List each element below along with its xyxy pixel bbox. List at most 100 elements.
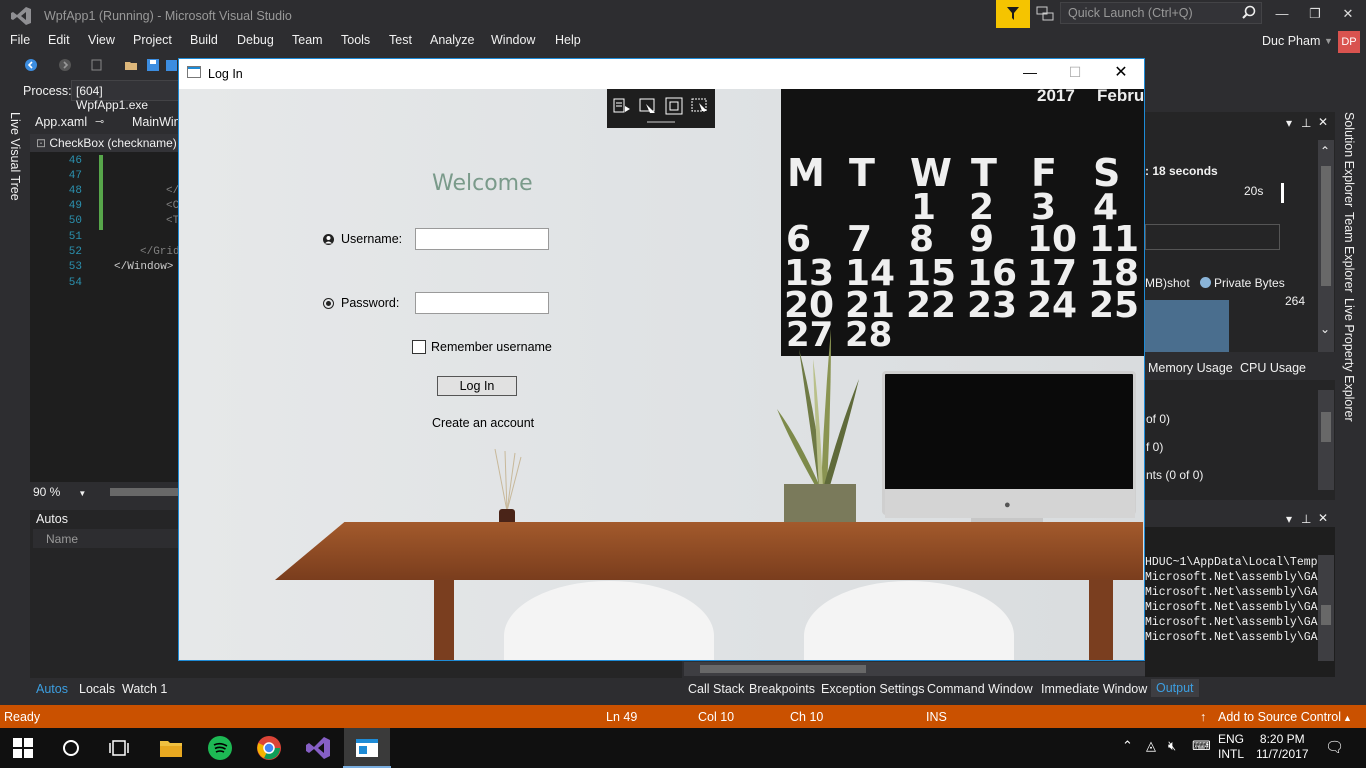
- menu-debug[interactable]: Debug: [237, 33, 274, 47]
- avatar[interactable]: DP: [1338, 31, 1360, 53]
- menu-build[interactable]: Build: [190, 33, 218, 47]
- select-element-icon[interactable]: [639, 97, 657, 115]
- login-close-button[interactable]: ✕: [1111, 62, 1131, 81]
- menu-project[interactable]: Project: [133, 33, 172, 47]
- chrome-icon[interactable]: [256, 735, 282, 761]
- visual-studio-icon[interactable]: [305, 735, 331, 761]
- column-header-name[interactable]: Name: [46, 532, 78, 546]
- dropdown-icon[interactable]: ▾: [1286, 116, 1292, 130]
- menu-analyze[interactable]: Analyze: [430, 33, 474, 47]
- file-explorer-icon[interactable]: [158, 735, 184, 761]
- horizontal-scrollbar[interactable]: [110, 488, 178, 496]
- tab-team-explorer[interactable]: Team Explorer: [1342, 212, 1356, 293]
- login-minimize-button[interactable]: —: [1020, 64, 1040, 82]
- tab-call-stack[interactable]: Call Stack: [688, 682, 744, 696]
- new-project-icon[interactable]: [90, 58, 104, 72]
- element-navigation-combo[interactable]: ⊡ CheckBox (checkname): [36, 136, 177, 150]
- process-select[interactable]: [604] WpfApp1.exe: [71, 80, 181, 112]
- pin-icon[interactable]: ⊥: [1301, 512, 1311, 526]
- dropdown-icon[interactable]: ▾: [1286, 512, 1292, 526]
- track-focused-element-icon[interactable]: [691, 97, 709, 115]
- tab-live-property-explorer[interactable]: Live Property Explorer: [1342, 298, 1356, 422]
- remember-username-checkbox[interactable]: [412, 340, 426, 354]
- username-label: Username:: [341, 232, 403, 246]
- go-to-live-visual-tree-icon[interactable]: [613, 97, 631, 115]
- login-maximize-button[interactable]: ☐: [1065, 64, 1085, 82]
- create-account-link[interactable]: Create an account: [432, 416, 534, 430]
- pin-icon[interactable]: ⊥: [1301, 116, 1311, 130]
- chevron-up-icon[interactable]: ▲: [1343, 713, 1352, 723]
- tab-breakpoints[interactable]: Breakpoints: [749, 682, 815, 696]
- task-view-icon[interactable]: [108, 738, 130, 758]
- menu-test[interactable]: Test: [389, 33, 412, 47]
- list-item[interactable]: of 0): [1146, 412, 1170, 426]
- chevron-down-icon[interactable]: ▼: [1324, 36, 1333, 46]
- username-input[interactable]: [415, 228, 549, 250]
- scrollbar-thumb[interactable]: [700, 665, 866, 673]
- restore-button[interactable]: ❐: [1305, 6, 1325, 22]
- network-icon[interactable]: ◬: [1146, 738, 1156, 754]
- tab-command-window[interactable]: Command Window: [927, 682, 1033, 696]
- forward-icon[interactable]: [58, 58, 72, 72]
- windows-start-icon[interactable]: [13, 738, 33, 758]
- menu-tools[interactable]: Tools: [341, 33, 370, 47]
- add-to-source-control-button[interactable]: Add to Source Control: [1218, 710, 1341, 724]
- menu-window[interactable]: Window: [491, 33, 535, 47]
- user-name[interactable]: Duc Pham: [1262, 34, 1320, 48]
- login-title-bar[interactable]: [179, 59, 1144, 89]
- menu-edit[interactable]: Edit: [48, 33, 70, 47]
- list-item[interactable]: f 0): [1146, 440, 1163, 454]
- toolbar-grip[interactable]: [647, 121, 675, 123]
- close-icon[interactable]: ✕: [1318, 511, 1328, 525]
- open-folder-icon[interactable]: [124, 58, 138, 72]
- close-icon[interactable]: ✕: [1318, 115, 1328, 129]
- scrollbar-thumb[interactable]: [1321, 166, 1331, 286]
- code-editor[interactable]: [30, 152, 180, 482]
- tab-cpu-usage[interactable]: CPU Usage: [1240, 361, 1306, 375]
- tab-app-xaml[interactable]: App.xaml: [35, 115, 87, 129]
- spotify-icon[interactable]: [207, 735, 233, 761]
- notification-flag-button[interactable]: [996, 0, 1030, 28]
- tray-overflow-icon[interactable]: ⌃: [1122, 738, 1133, 754]
- action-center-icon[interactable]: 🗨︎: [1325, 738, 1344, 756]
- tab-solution-explorer[interactable]: Solution Explorer: [1342, 112, 1356, 207]
- password-input[interactable]: [415, 292, 549, 314]
- save-icon[interactable]: [146, 58, 160, 72]
- tab-exception-settings[interactable]: Exception Settings: [821, 682, 925, 696]
- tab-watch-1[interactable]: Watch 1: [122, 682, 167, 696]
- scroll-up-icon[interactable]: ⌃: [1320, 144, 1330, 158]
- back-icon[interactable]: [24, 58, 38, 72]
- feedback-icon[interactable]: [1036, 6, 1054, 22]
- tab-locals[interactable]: Locals: [79, 682, 115, 696]
- tab-live-visual-tree[interactable]: Live Visual Tree: [8, 112, 22, 201]
- list-item[interactable]: nts (0 of 0): [1146, 468, 1203, 482]
- menu-help[interactable]: Help: [555, 33, 581, 47]
- scrollbar-thumb[interactable]: [1321, 412, 1331, 442]
- display-layout-adorners-icon[interactable]: [665, 97, 683, 115]
- login-button[interactable]: Log In: [437, 376, 517, 396]
- menu-team[interactable]: Team: [292, 33, 323, 47]
- zoom-level-select[interactable]: 90 % ▼: [33, 485, 86, 499]
- menu-view[interactable]: View: [88, 33, 115, 47]
- tab-memory-usage[interactable]: Memory Usage: [1148, 361, 1233, 375]
- save-all-icon[interactable]: [164, 58, 178, 72]
- tab-immediate-window[interactable]: Immediate Window: [1041, 682, 1147, 696]
- menu-file[interactable]: File: [10, 33, 30, 47]
- close-button[interactable]: ✕: [1338, 6, 1358, 22]
- search-icon[interactable]: [1242, 5, 1256, 19]
- volume-icon[interactable]: 🔇︎: [1168, 738, 1176, 754]
- remember-username-label[interactable]: Remember username: [431, 340, 552, 354]
- tab-autos[interactable]: Autos: [36, 682, 68, 696]
- clock[interactable]: 8:20 PM 11/7/2017: [1256, 732, 1309, 762]
- tab-mainwindow[interactable]: MainWin: [132, 115, 181, 129]
- scrollbar-thumb[interactable]: [1321, 605, 1331, 625]
- tab-output[interactable]: Output: [1151, 679, 1199, 697]
- keyboard-input-icon[interactable]: ⌨︎: [1192, 738, 1211, 754]
- quick-launch-input[interactable]: Quick Launch (Ctrl+Q): [1060, 2, 1262, 24]
- wpf-app-icon[interactable]: [354, 735, 380, 761]
- language-indicator[interactable]: ENG INTL: [1218, 732, 1244, 762]
- pin-icon[interactable]: ⊸: [95, 115, 104, 128]
- cortana-icon[interactable]: [61, 738, 81, 758]
- scroll-down-icon[interactable]: ⌄: [1320, 322, 1330, 336]
- minimize-button[interactable]: —: [1272, 6, 1292, 22]
